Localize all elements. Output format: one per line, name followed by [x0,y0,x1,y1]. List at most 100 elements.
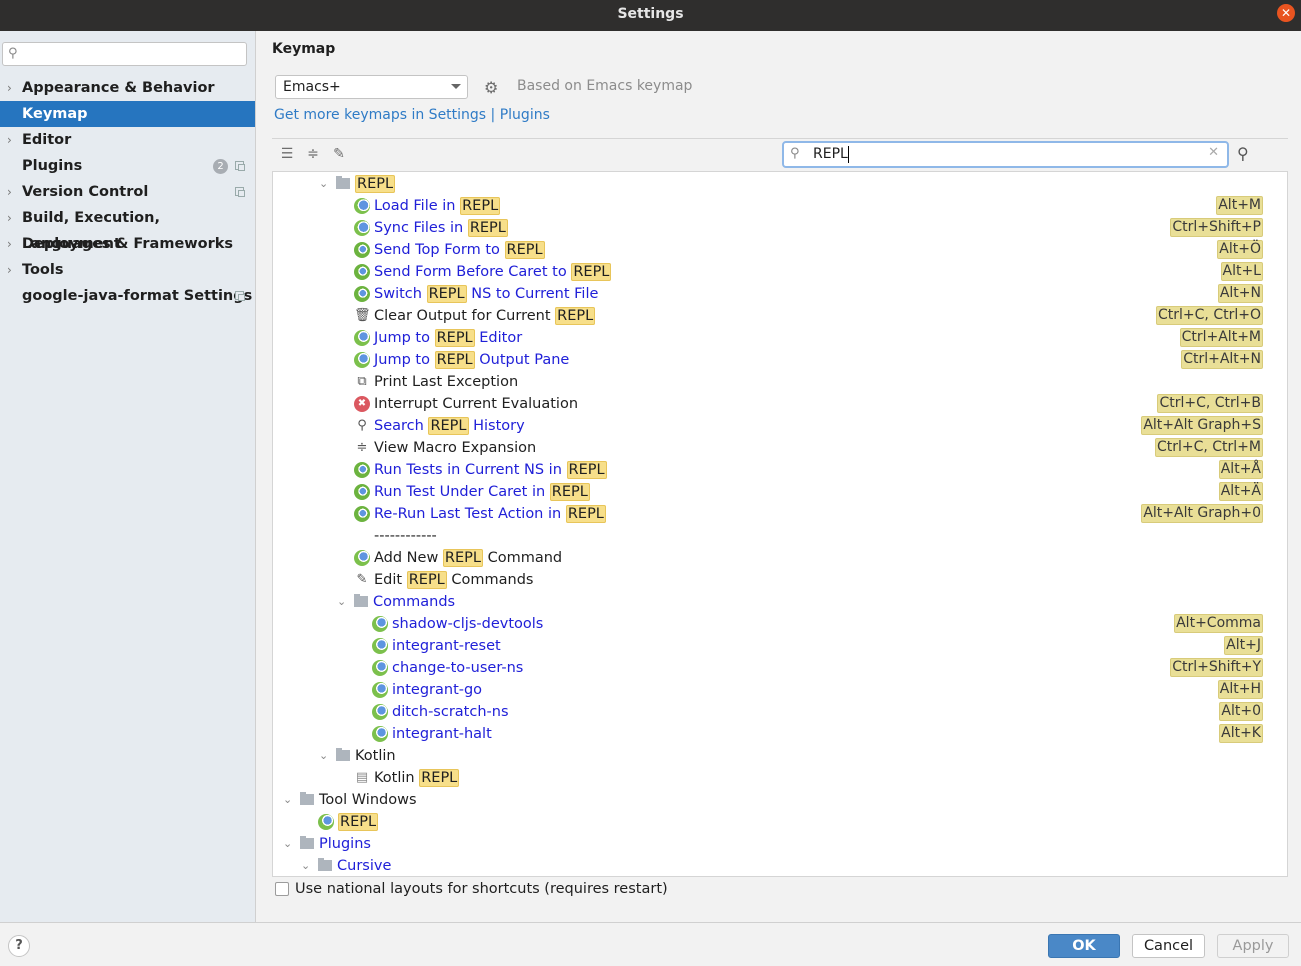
sidebar-item-label: Languages & Frameworks [22,236,234,252]
keymap-filter-input[interactable]: ⚲ REPL ✕ [782,141,1229,168]
tree-action-row[interactable]: ⧉ Print Last Exception [273,371,1263,393]
shortcut-badge: Alt+Alt Graph+S [1141,416,1263,435]
tree-action-row[interactable]: Run Tests in Current NS in REPL Alt+Å [273,459,1263,481]
shortcut-badge: Ctrl+Alt+N [1181,350,1263,369]
chevron-right-icon[interactable]: › [7,179,12,205]
close-window-button[interactable]: ✕ [1277,4,1295,22]
window-title: Settings [617,6,684,22]
search-match-highlight: REPL [504,241,545,259]
tree-action-row[interactable]: ------------ [273,525,1263,547]
chevron-down-icon[interactable]: ⌄ [283,789,292,811]
clear-filter-icon[interactable]: ✕ [1208,145,1219,160]
sidebar-search-input[interactable]: ⚲ [2,42,247,66]
tree-action-row[interactable]: Load File in REPL Alt+M [273,195,1263,217]
sidebar-item-version-control[interactable]: › Version Control [0,179,255,205]
update-count-badge: 2 [213,159,228,174]
find-by-shortcut-icon[interactable]: ⚲ [1237,144,1249,163]
collapse-all-icon[interactable]: ≑ [304,145,322,163]
label-text: Kotlin [355,748,396,764]
tree-folder-row[interactable]: ⌄ Cursive [273,855,1263,876]
tree-folder-row[interactable]: ⌄ Commands [273,591,1263,613]
chevron-right-icon[interactable]: › [7,127,12,153]
folder-icon [354,594,368,607]
tree-action-row[interactable]: ditch-scratch-ns Alt+0 [273,701,1263,723]
tree-action-row[interactable]: ✎ Edit REPL Commands [273,569,1263,591]
dropdown-arrow-icon [451,84,461,89]
tree-folder-row[interactable]: ⌄ Tool Windows [273,789,1263,811]
expand-all-icon[interactable]: ☰ [278,145,296,163]
tree-action-row[interactable]: 🗑 Clear Output for Current REPL Ctrl+C, Ct… [273,305,1263,327]
edit-shortcut-icon[interactable]: ✎ [330,145,348,163]
tree-action-row[interactable]: Switch REPL NS to Current File Alt+N [273,283,1263,305]
tree-action-row[interactable]: integrant-reset Alt+J [273,635,1263,657]
chevron-right-icon[interactable]: › [7,75,12,101]
chevron-down-icon[interactable]: ⌄ [337,591,346,613]
action-label: Add New REPL Command [374,547,562,569]
tree-action-row[interactable]: ≑ View Macro Expansion Ctrl+C, Ctrl+M [273,437,1263,459]
chevron-down-icon[interactable]: ⌄ [319,173,328,195]
tree-folder-row[interactable]: ⌄ Plugins [273,833,1263,855]
gear-icon[interactable]: ⚙ [484,78,498,97]
cancel-button[interactable]: Cancel [1132,934,1205,958]
help-button[interactable]: ? [8,935,30,957]
tree-action-row[interactable]: shadow-cljs-devtools Alt+Comma [273,613,1263,635]
tree-action-row[interactable]: change-to-user-ns Ctrl+Shift+Y [273,657,1263,679]
chevron-right-icon[interactable]: › [7,257,12,283]
chevron-down-icon[interactable]: ⌄ [283,833,292,855]
apply-button[interactable]: Apply [1217,934,1289,958]
action-label: Kotlin [355,745,396,767]
tree-action-row[interactable]: Jump to REPL Editor Ctrl+Alt+M [273,327,1263,349]
get-more-keymaps-link[interactable]: Get more keymaps in Settings | Plugins [274,107,550,123]
sidebar-item-languages-frameworks[interactable]: › Languages & Frameworks [0,231,255,257]
tree-folder-row[interactable]: ⌄ Kotlin [273,745,1263,767]
tree-action-row[interactable]: ⚲ Search REPL History Alt+Alt Graph+S [273,415,1263,437]
checkbox-box[interactable] [275,882,289,896]
chevron-down-icon[interactable]: ⌄ [319,745,328,767]
cljs-icon [318,814,334,830]
tree-action-row[interactable]: Send Form Before Caret to REPL Alt+L [273,261,1263,283]
sidebar-item-plugins[interactable]: Plugins 2 [0,153,255,179]
action-label: Commands [373,591,455,613]
tree-action-row[interactable]: Run Test Under Caret in REPL Alt+Ä [273,481,1263,503]
action-label: Edit REPL Commands [374,569,533,591]
label-text: Load File in [374,198,461,214]
label-text: Jump to [374,330,435,346]
none [354,528,370,544]
tree-action-row[interactable]: Jump to REPL Output Pane Ctrl+Alt+N [273,349,1263,371]
shortcut-badge: Alt+H [1217,680,1263,699]
search-match-highlight: REPL [406,571,447,589]
tree-action-row[interactable]: Send Top Form to REPL Alt+Ö [273,239,1263,261]
tree-action-row[interactable]: integrant-halt Alt+K [273,723,1263,745]
tree-action-row[interactable]: ✖ Interrupt Current Evaluation Ctrl+C, Ctr… [273,393,1263,415]
cljs-icon [354,352,370,368]
tree-action-row[interactable]: REPL [273,811,1263,833]
close-icon: ✕ [1280,6,1292,20]
sidebar-item-keymap[interactable]: Keymap [0,101,255,127]
label-text: Commands [373,594,456,610]
ok-button[interactable]: OK [1048,934,1120,958]
sidebar-item-label: Version Control [22,184,149,200]
sidebar-item-build-execution-deployment[interactable]: › Build, Execution, Deployment [0,205,255,252]
tree-action-row[interactable]: Sync Files in REPL Ctrl+Shift+P [273,217,1263,239]
tree-folder-row[interactable]: ⌄ REPL [273,173,1263,195]
tree-action-row[interactable]: ▤ Kotlin REPL [273,767,1263,789]
chevron-down-icon[interactable]: ⌄ [301,855,310,876]
keymap-panel: Keymap Emacs+ ⚙ Based on Emacs keymap Ge… [257,31,1301,922]
chevron-right-icon[interactable]: › [7,205,12,231]
action-label: shadow-cljs-devtools [392,613,543,635]
sidebar-item-editor[interactable]: › Editor [0,127,255,153]
sidebar-item-appearance-behavior[interactable]: › Appearance & Behavior [0,75,255,101]
tree-action-row[interactable]: Re-Run Last Test Action in REPL Alt+Alt G… [273,503,1263,525]
chevron-right-icon[interactable]: › [7,231,12,257]
sidebar-item-tools[interactable]: › Tools [0,257,255,283]
action-label: Send Form Before Caret to REPL [374,261,612,283]
tree-action-row[interactable]: integrant-go Alt+H [273,679,1263,701]
tree-action-row[interactable]: Add New REPL Command [273,547,1263,569]
sidebar-item-label: google-java-format Settings [22,288,253,304]
shortcut-badge: Alt+K [1219,724,1263,743]
label-text: Tool Windows [319,792,417,808]
search-match-highlight: REPL [426,285,467,303]
sidebar-item-google-java-format-settings[interactable]: google-java-format Settings [0,283,255,309]
keymap-select[interactable]: Emacs+ [275,75,468,99]
label-text: Sync Files in [374,220,468,236]
